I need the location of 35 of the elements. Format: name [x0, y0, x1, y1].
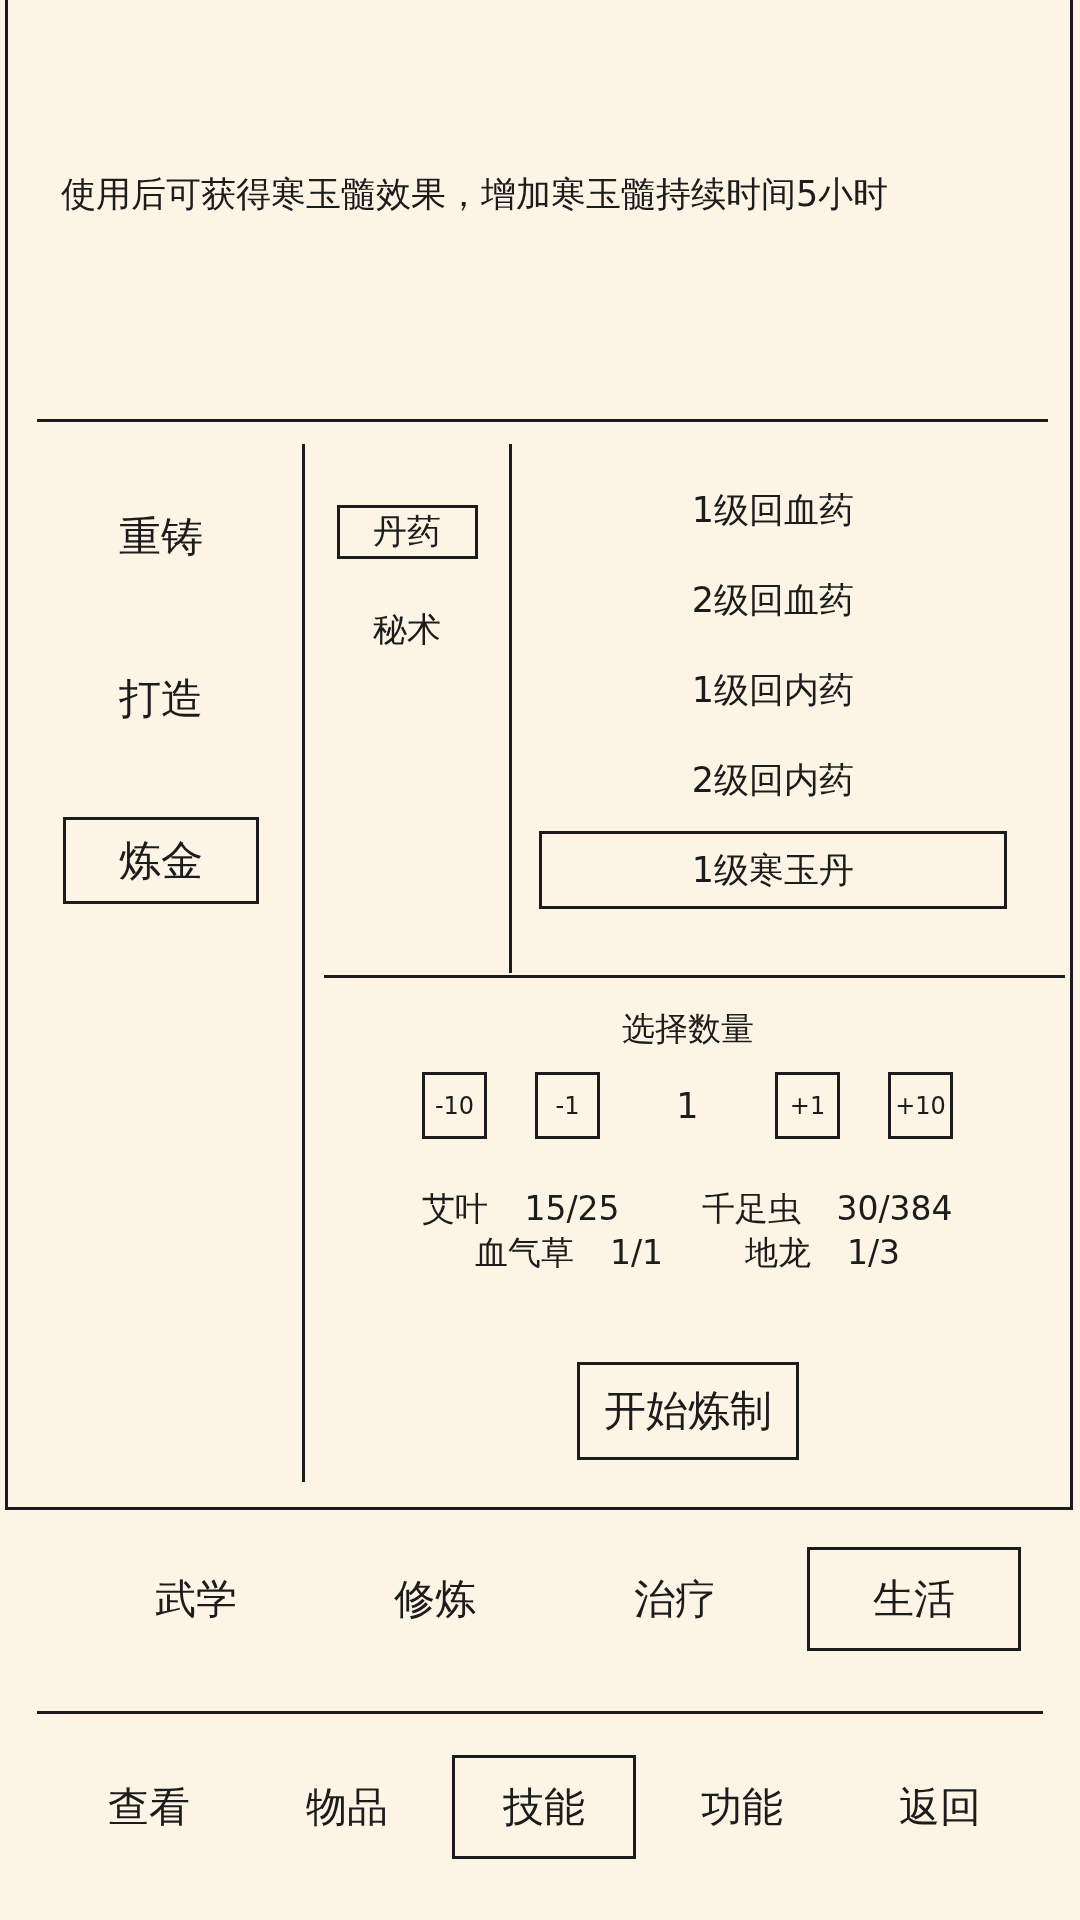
skill-tab[interactable]: 修炼: [328, 1547, 543, 1651]
skill-tab[interactable]: 生活: [807, 1547, 1022, 1651]
decrease-button[interactable]: -10: [422, 1072, 487, 1139]
recipe-item[interactable]: 2级回血药: [539, 561, 1007, 639]
material-count: 1/1: [609, 1232, 663, 1274]
start-button[interactable]: 开始炼制: [576, 1362, 799, 1460]
material-name: 艾叶: [422, 1188, 489, 1230]
nav-tab[interactable]: 返回: [848, 1755, 1033, 1859]
material-count: 30/384: [836, 1188, 953, 1230]
nav-tab[interactable]: 功能: [650, 1755, 835, 1859]
recipe-type-tab[interactable]: 秘术: [336, 603, 478, 657]
category-tab[interactable]: 重铸: [63, 493, 259, 580]
recipe-type-tab[interactable]: 丹药: [336, 505, 478, 559]
nav-tab[interactable]: 物品: [254, 1755, 439, 1859]
category-tab[interactable]: 打造: [63, 655, 259, 742]
material-count: 1/3: [847, 1232, 901, 1274]
category-tab[interactable]: 炼金: [63, 817, 259, 904]
recipe-item[interactable]: 2级回内药: [539, 741, 1007, 819]
increase-button[interactable]: +10: [888, 1072, 953, 1139]
decrease-button[interactable]: -1: [535, 1072, 600, 1139]
material-count: 15/25: [524, 1188, 620, 1230]
skill-tab[interactable]: 治疗: [567, 1547, 782, 1651]
nav-tab[interactable]: 查看: [56, 1755, 241, 1859]
skill-tab[interactable]: 武学: [88, 1547, 303, 1651]
material-name: 血气草: [474, 1232, 574, 1274]
recipe-item[interactable]: 1级寒玉丹: [539, 831, 1007, 909]
recipe-item[interactable]: 1级回内药: [539, 651, 1007, 729]
nav-tab[interactable]: 技能: [452, 1755, 637, 1859]
item-description: 使用后可获得寒玉髓效果，增加寒玉髓持续时间5小时: [61, 174, 889, 214]
increase-button[interactable]: +1: [775, 1072, 840, 1139]
material-name: 千足虫: [701, 1188, 801, 1230]
recipe-item[interactable]: 1级回血药: [539, 471, 1007, 549]
quantity-value: 1: [675, 1085, 700, 1126]
material-name: 地龙: [745, 1232, 811, 1274]
quantity-label: 选择数量: [621, 1009, 754, 1049]
